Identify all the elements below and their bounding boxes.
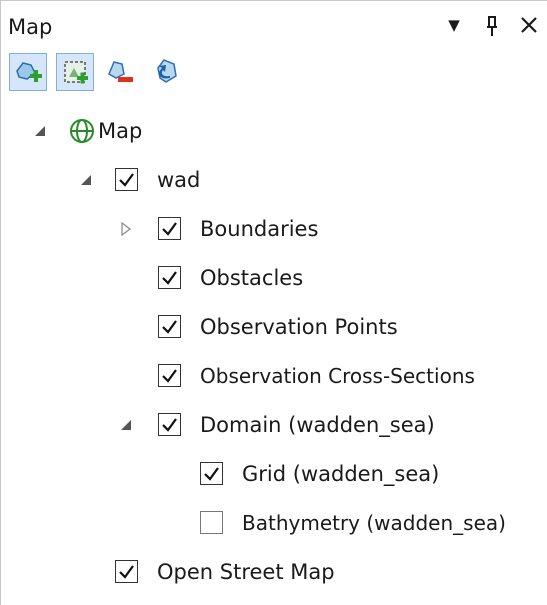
check-icon bbox=[119, 173, 134, 187]
tree-node-observation-points[interactable]: Observation Points bbox=[1, 307, 547, 347]
expanded-triangle-icon[interactable] bbox=[33, 124, 47, 138]
tree-label: Observation Points bbox=[200, 315, 398, 339]
check-icon bbox=[162, 369, 177, 383]
tree-label: Domain (wadden_sea) bbox=[200, 413, 435, 437]
tree-node-boundaries[interactable]: Boundaries bbox=[1, 209, 547, 249]
add-layer-button[interactable] bbox=[9, 53, 47, 91]
tree-node-grid[interactable]: Grid (wadden_sea) bbox=[1, 454, 547, 494]
add-map-icon bbox=[64, 61, 88, 84]
add-layer-icon bbox=[16, 62, 42, 82]
checkbox-domain[interactable] bbox=[158, 413, 181, 436]
tree-node-domain[interactable]: Domain (wadden_sea) bbox=[1, 405, 547, 445]
checkbox-open-street-map[interactable] bbox=[115, 560, 138, 583]
undo-layer-button[interactable] bbox=[147, 53, 185, 91]
pin-icon[interactable] bbox=[481, 11, 503, 39]
check-icon bbox=[162, 418, 177, 432]
tree-node-observation-cross-sections[interactable]: Observation Cross-Sections bbox=[1, 356, 547, 396]
checkbox-bathymetry[interactable] bbox=[200, 511, 223, 534]
checkbox-grid[interactable] bbox=[200, 462, 223, 485]
tree-label: Map bbox=[98, 119, 143, 143]
tree-node-map[interactable]: Map bbox=[1, 111, 547, 151]
tree-label: Observation Cross-Sections bbox=[200, 364, 475, 388]
tree-label: Open Street Map bbox=[157, 560, 335, 584]
tree-label: Grid (wadden_sea) bbox=[242, 462, 440, 486]
tree-node-open-street-map[interactable]: Open Street Map bbox=[1, 552, 547, 592]
tree-node-obstacles[interactable]: Obstacles bbox=[1, 258, 547, 298]
dropdown-icon[interactable]: ▼ bbox=[441, 11, 467, 39]
panel-titlebar: Map ▼ bbox=[1, 1, 547, 45]
checkbox-observation-cross-sections[interactable] bbox=[158, 364, 181, 387]
layer-toolbar bbox=[1, 47, 547, 99]
panel-title: Map bbox=[8, 15, 53, 39]
check-icon bbox=[162, 222, 177, 236]
expanded-triangle-icon[interactable] bbox=[119, 418, 133, 432]
collapsed-triangle-icon[interactable] bbox=[119, 222, 133, 236]
tree-node-wad[interactable]: wad bbox=[1, 160, 547, 200]
add-map-button[interactable] bbox=[56, 53, 94, 91]
undo-layer-icon bbox=[157, 59, 177, 83]
tree-label: Obstacles bbox=[200, 266, 304, 290]
check-icon bbox=[162, 271, 177, 285]
checkbox-wad[interactable] bbox=[115, 168, 138, 191]
globe-icon bbox=[70, 119, 94, 143]
remove-layer-icon bbox=[108, 61, 133, 82]
tree-label: Boundaries bbox=[200, 217, 319, 241]
close-icon[interactable] bbox=[516, 11, 542, 39]
remove-layer-button[interactable] bbox=[101, 53, 139, 91]
tree-label: wad bbox=[157, 168, 201, 192]
checkbox-boundaries[interactable] bbox=[158, 217, 181, 240]
map-panel: Map ▼ Map wad Boundaries Obstacles Obser… bbox=[0, 0, 547, 605]
tree-node-bathymetry[interactable]: Bathymetry (wadden_sea) bbox=[1, 503, 547, 543]
expanded-triangle-icon[interactable] bbox=[79, 173, 93, 187]
tree-label: Bathymetry (wadden_sea) bbox=[242, 511, 506, 535]
check-icon bbox=[204, 467, 219, 481]
check-icon bbox=[162, 320, 177, 334]
checkbox-obstacles[interactable] bbox=[158, 266, 181, 289]
check-icon bbox=[119, 565, 134, 579]
checkbox-observation-points[interactable] bbox=[158, 315, 181, 338]
